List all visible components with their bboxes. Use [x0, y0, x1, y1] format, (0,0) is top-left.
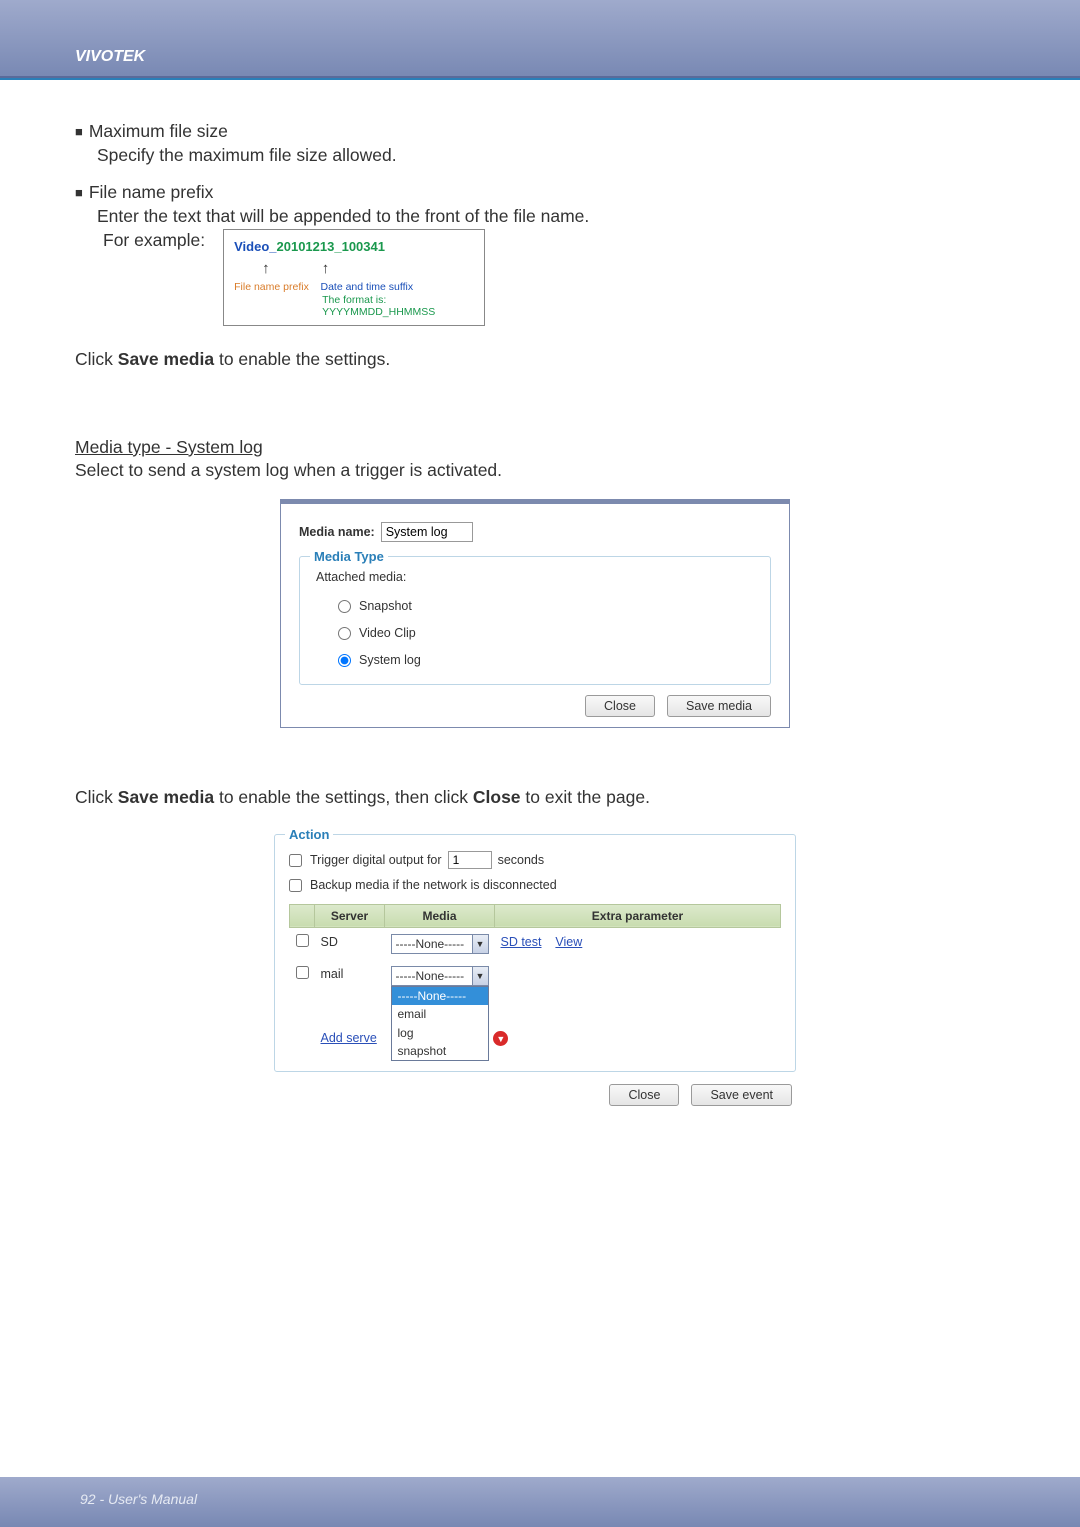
add-server-link[interactable]: Add serve [321, 1031, 377, 1045]
square-bullet-icon: ■ [75, 123, 83, 147]
chevron-down-icon: ▼ [472, 967, 488, 985]
text-mid: to enable the settings, then click [214, 787, 473, 807]
radio-syslog-input[interactable] [338, 654, 351, 667]
th-extra: Extra parameter [495, 904, 781, 927]
example-label-prefix: File name prefix [234, 281, 309, 293]
click-save-media-2: Click Save media to enable the settings,… [75, 786, 995, 810]
brand-label: VIVOTEK [75, 48, 145, 66]
example-date-text: 20101213_100341 [277, 239, 385, 254]
close-button[interactable]: Close [585, 695, 655, 717]
radio-snapshot[interactable]: Snapshot [338, 598, 754, 615]
max-file-title: Maximum file size [89, 120, 228, 144]
file-prefix-title: File name prefix [89, 181, 214, 205]
example-box: Video_20101213_100341 ↑ ↑ File name pref… [223, 229, 485, 327]
media-type-heading: Media type - System log [75, 437, 263, 457]
save-event-button[interactable]: Save event [691, 1084, 792, 1106]
bullet-max-file-size: ■ Maximum file size [75, 120, 995, 144]
footer-page-label: 92 - User's Manual [80, 1491, 197, 1507]
dropdown-option[interactable]: log [392, 1024, 488, 1042]
radio-system-log[interactable]: System log [338, 652, 754, 669]
trigger-prefix-label: Trigger digital output for [310, 852, 442, 869]
sd-test-link[interactable]: SD test [501, 935, 542, 949]
dropdown-option[interactable]: snapshot [392, 1042, 488, 1060]
table-row: mail -----None----- ▼ -----None----- ema… [290, 960, 781, 992]
mail-media-dropdown-list: -----None----- email log snapshot [391, 986, 489, 1061]
text-bold-save-media: Save media [118, 349, 214, 369]
action-dialog: Action Trigger digital output for second… [274, 834, 796, 1106]
page-header: VIVOTEK [0, 0, 1080, 78]
view-link[interactable]: View [555, 935, 582, 949]
backup-media-checkbox[interactable] [289, 879, 302, 892]
square-bullet-icon: ■ [75, 184, 83, 208]
radio-video-label: Video Clip [359, 625, 416, 642]
max-file-desc: Specify the maximum file size allowed. [97, 144, 995, 168]
radio-video-clip[interactable]: Video Clip [338, 625, 754, 642]
action-legend: Action [285, 826, 333, 844]
text-bold-close: Close [473, 787, 521, 807]
sd-media-value: -----None----- [396, 936, 465, 952]
radio-snapshot-input[interactable] [338, 600, 351, 613]
media-type-dialog: Media name: Media Type Attached media: S… [280, 499, 790, 729]
sd-row-checkbox[interactable] [296, 934, 309, 947]
mail-media-select[interactable]: -----None----- ▼ -----None----- email lo… [391, 966, 489, 986]
media-type-legend: Media Type [310, 548, 388, 566]
page-footer: 92 - User's Manual [0, 1477, 1080, 1527]
file-prefix-desc: Enter the text that will be appended to … [97, 205, 995, 229]
media-type-select-desc: Select to send a system log when a trigg… [75, 459, 995, 483]
th-server: Server [315, 904, 385, 927]
trigger-digital-output-checkbox[interactable] [289, 854, 302, 867]
text-pre: Click [75, 787, 118, 807]
table-row: Add serve dia ▼ [290, 992, 781, 1053]
text-post: to enable the settings. [214, 349, 390, 369]
trigger-digital-output-row: Trigger digital output for seconds [289, 851, 781, 869]
bullet-file-prefix: ■ File name prefix [75, 181, 995, 205]
server-mail-label: mail [315, 960, 385, 992]
radio-video-input[interactable] [338, 627, 351, 640]
dropdown-option[interactable]: -----None----- [392, 987, 488, 1005]
table-header-row: Server Media Extra parameter [290, 904, 781, 927]
th-media: Media [385, 904, 495, 927]
radio-snapshot-label: Snapshot [359, 598, 412, 615]
media-name-input[interactable] [381, 522, 473, 542]
up-arrow-icon: ↑ [262, 259, 270, 279]
up-arrow-icon: ↑ [322, 259, 330, 279]
sd-media-select[interactable]: -----None----- ▼ [391, 934, 489, 954]
table-row: SD -----None----- ▼ SD test View [290, 928, 781, 961]
action-table: Server Media Extra parameter SD -----Non… [289, 904, 781, 1053]
media-name-label: Media name: [299, 524, 375, 541]
text-pre: Click [75, 349, 118, 369]
media-type-fieldset: Media Type Attached media: Snapshot Vide… [299, 556, 771, 686]
header-divider [0, 76, 1080, 78]
mail-media-value: -----None----- [396, 968, 465, 984]
example-format-note: The format is: YYYYMMDD_HHMMSS [322, 294, 474, 319]
backup-media-label: Backup media if the network is disconnec… [310, 877, 557, 894]
server-sd-label: SD [315, 928, 385, 961]
attached-media-label: Attached media: [316, 569, 754, 586]
chevron-down-icon: ▼ [472, 935, 488, 953]
save-media-button[interactable]: Save media [667, 695, 771, 717]
dropdown-option[interactable]: email [392, 1005, 488, 1023]
for-example-label: For example: [103, 229, 205, 327]
radio-syslog-label: System log [359, 652, 421, 669]
mail-row-checkbox[interactable] [296, 966, 309, 979]
text-post: to exit the page. [521, 787, 650, 807]
click-save-media-1: Click Save media to enable the settings. [75, 348, 995, 372]
text-bold-save-media: Save media [118, 787, 214, 807]
down-circle-icon[interactable]: ▼ [493, 1031, 508, 1046]
backup-media-row: Backup media if the network is disconnec… [289, 877, 781, 894]
trigger-seconds-input[interactable] [448, 851, 492, 869]
trigger-suffix-label: seconds [498, 852, 545, 869]
close-button[interactable]: Close [609, 1084, 679, 1106]
example-label-suffix: Date and time suffix [321, 281, 414, 293]
example-prefix-text: Video_ [234, 239, 276, 254]
